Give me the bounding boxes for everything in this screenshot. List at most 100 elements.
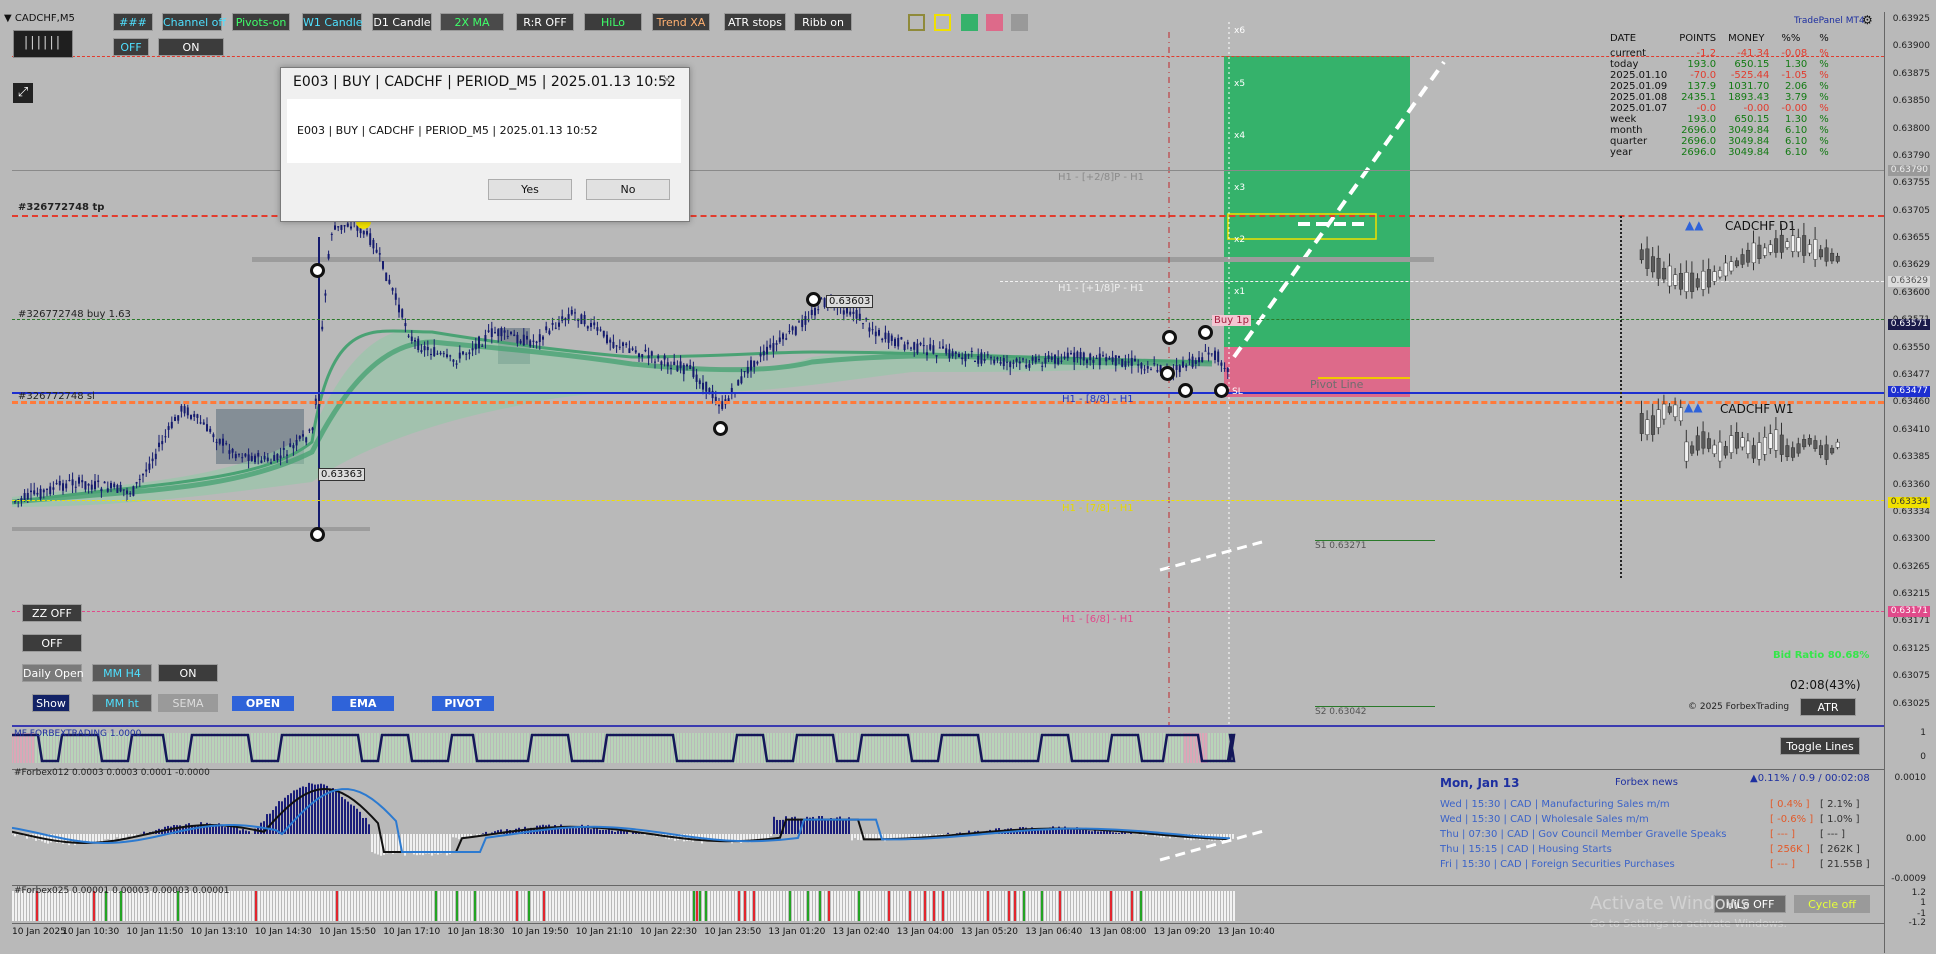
volume-bar [333, 891, 335, 921]
volume-bar [708, 891, 710, 921]
price-scale-label: 0.63875 [1892, 68, 1930, 79]
time-axis: 10 Jan 2025 10 Jan 10:30 10 Jan 11:50 10 Ja… [12, 923, 1884, 954]
mini-candle [1667, 406, 1672, 413]
news-item[interactable]: Fri | 15:30 | CAD | Foreign Securities P… [1440, 859, 1675, 870]
fullscreen-icon[interactable]: ⤢ [13, 83, 33, 103]
candle-body [654, 361, 656, 363]
candle-body [209, 428, 212, 432]
mm-h4-button[interactable]: MM H4 [92, 664, 152, 682]
volume-bar [774, 891, 776, 921]
volume-bar [1173, 891, 1175, 921]
open-button[interactable]: OPEN [232, 696, 294, 711]
candle-body [1012, 362, 1015, 364]
news-item[interactable]: Wed | 15:30 | CAD | Wholesale Sales m/m [1440, 814, 1649, 825]
candle-body [1127, 361, 1130, 363]
volume-bar [447, 891, 449, 921]
candle-body [1111, 357, 1114, 362]
candle-body [1041, 365, 1044, 367]
candle-body [1038, 359, 1040, 361]
volume-bar [315, 891, 317, 921]
time-axis-label: 10 Jan 10:30 [62, 927, 120, 937]
candle-body [14, 501, 16, 503]
candle-body [1210, 353, 1213, 355]
candle-body [900, 337, 903, 340]
pivot-button[interactable]: PIVOT [432, 696, 494, 711]
candle-body [330, 233, 333, 235]
show-button[interactable]: Show [32, 694, 70, 712]
daily-open-button[interactable]: Daily Open [22, 664, 84, 682]
volume-bar [456, 891, 458, 921]
candle-body [484, 335, 487, 342]
toolbar-button-1[interactable]: Channel off [162, 13, 226, 31]
news-item[interactable]: Thu | 07:30 | CAD | Gov Council Member G… [1440, 829, 1727, 840]
color-swatch-olive[interactable] [908, 14, 925, 31]
toolbar-button-9[interactable]: ATR stops [724, 13, 786, 31]
candle-body [1050, 356, 1053, 360]
mini-candle [1718, 441, 1723, 462]
volume-bar [348, 891, 350, 921]
tradepanel-cell: 1.30 [1785, 114, 1808, 125]
candle-body [1092, 359, 1095, 363]
volume-bar [966, 891, 968, 921]
volume-bar [1161, 891, 1163, 921]
volume-bar [825, 891, 827, 921]
dialog-yes-button[interactable]: Yes [488, 179, 572, 200]
volume-bar [684, 891, 686, 921]
toolbar-button-10[interactable]: Ribb on [794, 13, 852, 31]
color-swatch-green[interactable] [961, 14, 978, 31]
toolbar-button-4[interactable]: D1 Candle [372, 13, 432, 31]
settings-gear-icon[interactable]: ⚙ [1862, 13, 1873, 27]
cycle-off-button[interactable]: Cycle off [1794, 895, 1870, 913]
on-button-2[interactable]: ON [158, 664, 218, 682]
toolbar-button-2[interactable]: Pivots-on [232, 13, 290, 31]
off-button[interactable]: OFF [22, 634, 82, 652]
toolbar-button-7[interactable]: HiLo [584, 13, 642, 31]
dialog-close-button[interactable]: × [655, 71, 679, 89]
volume-bar [897, 891, 899, 921]
color-swatch-yellow[interactable] [934, 14, 951, 31]
toolbar-off-button[interactable]: OFF [113, 38, 149, 56]
ema-button[interactable]: EMA [332, 696, 394, 711]
toolbar-button-3[interactable]: W1 Candle [302, 13, 363, 31]
mm-ht-button[interactable]: MM ht [92, 694, 152, 712]
news-item[interactable]: Wed | 15:30 | CAD | Manufacturing Sales … [1440, 799, 1670, 810]
tradepanel-cell: 650.15 [1734, 114, 1770, 125]
quick-trade-widget[interactable]: |||||| [13, 30, 73, 58]
toolbar-on-button[interactable]: ON [158, 38, 224, 56]
volume-bar [804, 891, 806, 921]
volume-bar [924, 891, 926, 921]
candle-body [1191, 356, 1194, 368]
candle-body [903, 344, 906, 350]
tradepanel-header-cell: %% [1781, 33, 1801, 44]
mini-candle [1645, 248, 1650, 269]
candle-body [334, 225, 336, 230]
color-swatch-gray[interactable] [1011, 14, 1028, 31]
volume-bar [1014, 891, 1016, 921]
atr-button[interactable]: ATR [1800, 698, 1856, 716]
toggle-lines-button[interactable]: Toggle Lines [1780, 737, 1860, 755]
tradepanel-cell: 3049.84 [1728, 136, 1770, 147]
mini-candle [1830, 252, 1835, 262]
color-swatch-pink[interactable] [986, 14, 1003, 31]
volume-bar [1194, 891, 1196, 921]
volume-bar [1185, 891, 1187, 921]
volume-bar [1047, 891, 1049, 921]
zz-off-button[interactable]: ZZ OFF [22, 604, 82, 622]
volume-bar [1182, 891, 1184, 921]
mini-candle [1712, 271, 1717, 282]
mf-indicator-panel: MF FORBEXTRADING 1.0000 Toggle Lines [11, 725, 1884, 770]
toolbar-button-8[interactable]: Trend XA [652, 13, 710, 31]
mini-candle [1729, 435, 1734, 453]
candle-body [90, 484, 93, 490]
dialog-no-button[interactable]: No [586, 179, 670, 200]
mini-candle [1740, 254, 1745, 265]
volume-bar [1053, 891, 1055, 921]
candle-body [369, 233, 372, 245]
news-item[interactable]: Thu | 15:15 | CAD | Housing Starts [1440, 844, 1612, 855]
symbol-menu-icon[interactable]: ▼ [4, 13, 12, 24]
toolbar-button-6[interactable]: R:R OFF [516, 13, 574, 31]
volume-bar [345, 891, 347, 921]
sema-button[interactable]: SEMA [158, 694, 218, 712]
toolbar-button-0[interactable]: ### [113, 13, 153, 31]
toolbar-button-5[interactable]: 2X MA [440, 13, 504, 31]
